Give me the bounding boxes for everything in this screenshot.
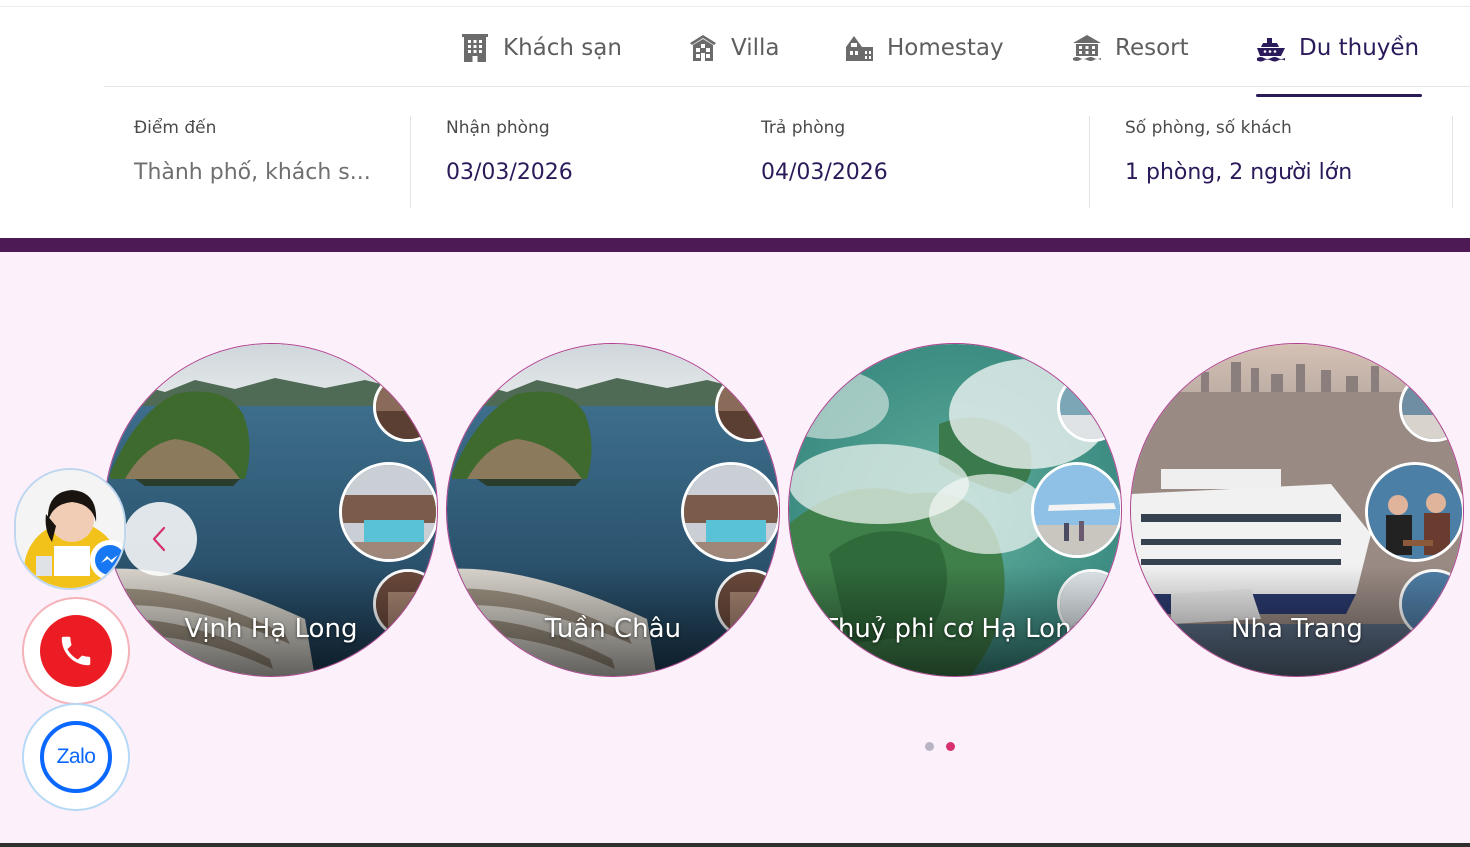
field-label: Nhận phòng xyxy=(446,118,550,138)
field-label: Trả phòng xyxy=(761,118,846,138)
call-button-inner xyxy=(40,615,112,687)
villa-icon xyxy=(690,34,716,61)
checkin-field[interactable]: Nhận phòng 03/03/2026 xyxy=(446,118,573,185)
divider xyxy=(1452,116,1453,208)
destination-carousel: Vịnh Hạ Long Tuần Châu Thuỷ phi cơ Hạ Lo… xyxy=(0,252,1470,847)
destination-name: Vịnh Hạ Long xyxy=(184,614,358,644)
zalo-label: Zalo xyxy=(56,745,96,768)
search-panel: Khách sạn Villa Homestay Resort Du thuyề… xyxy=(0,0,1470,238)
destination-name: Thuỷ phi cơ Hạ Long xyxy=(821,614,1089,644)
search-fields: Điểm đến Thành phố, khách s... Nhận phòn… xyxy=(104,88,1470,238)
destination-input[interactable]: Thành phố, khách s... xyxy=(134,160,371,185)
thumbnail xyxy=(1031,462,1121,558)
zalo-button[interactable]: Zalo xyxy=(22,703,130,811)
field-label: Số phòng, số khách xyxy=(1125,118,1292,138)
tab-label: Du thuyền xyxy=(1299,34,1420,61)
messenger-badge xyxy=(90,540,124,580)
zalo-icon: Zalo xyxy=(40,721,112,793)
destination-name: Nha Trang xyxy=(1231,614,1363,644)
guests-value[interactable]: 1 phòng, 2 người lớn xyxy=(1125,160,1352,185)
resort-icon xyxy=(1073,34,1101,61)
header-band xyxy=(0,238,1470,252)
divider xyxy=(0,6,1470,7)
field-label: Điểm đến xyxy=(134,118,217,138)
thumbnail xyxy=(1057,372,1121,442)
destination-card[interactable]: Nha Trang xyxy=(1130,343,1464,677)
chevron-left-icon xyxy=(152,526,166,552)
tab-label: Homestay xyxy=(887,34,1004,61)
tab-label: Resort xyxy=(1115,34,1189,61)
tab-hotel[interactable]: Khách sạn xyxy=(460,8,622,87)
tab-cruise[interactable]: Du thuyền xyxy=(1256,8,1419,87)
checkout-field[interactable]: Trả phòng 04/03/2026 xyxy=(761,118,888,185)
divider xyxy=(410,116,411,208)
tab-resort[interactable]: Resort xyxy=(1072,8,1189,87)
page: Khách sạn Villa Homestay Resort Du thuyề… xyxy=(0,0,1470,847)
destination-card[interactable]: Tuần Châu xyxy=(446,343,780,677)
destination-card[interactable]: Thuỷ phi cơ Hạ Long xyxy=(788,343,1122,677)
thumbnail xyxy=(373,372,437,442)
pagination-dot-active[interactable] xyxy=(946,742,955,751)
homestay-icon xyxy=(846,35,873,61)
destination-field[interactable]: Điểm đến Thành phố, khách s... xyxy=(134,118,371,185)
cruise-ship-icon xyxy=(1257,37,1285,61)
category-tabs: Khách sạn Villa Homestay Resort Du thuyề… xyxy=(104,8,1470,97)
thumbnail xyxy=(715,372,779,442)
thumbnail xyxy=(681,462,779,562)
checkout-date[interactable]: 04/03/2026 xyxy=(761,160,888,185)
tab-label: Khách sạn xyxy=(503,34,622,61)
tab-label: Villa xyxy=(731,34,780,61)
tab-villa[interactable]: Villa xyxy=(688,8,780,87)
messenger-chat-button[interactable] xyxy=(14,468,126,590)
window-bottom-edge xyxy=(0,843,1470,847)
call-button[interactable] xyxy=(22,597,130,705)
pagination-dot[interactable] xyxy=(925,742,934,751)
thumbnail xyxy=(1399,372,1463,442)
thumbnail xyxy=(1365,462,1463,562)
thumbnail xyxy=(339,462,437,562)
building-icon xyxy=(462,33,488,62)
divider xyxy=(1089,116,1090,208)
phone-icon xyxy=(61,636,91,666)
carousel-prev-button[interactable] xyxy=(123,502,197,576)
checkin-date[interactable]: 03/03/2026 xyxy=(446,160,573,185)
tab-homestay[interactable]: Homestay xyxy=(844,8,1004,87)
destination-name: Tuần Châu xyxy=(544,614,682,644)
carousel-pagination xyxy=(925,742,955,752)
messenger-icon xyxy=(95,545,124,575)
guests-field[interactable]: Số phòng, số khách 1 phòng, 2 người lớn xyxy=(1125,118,1352,185)
